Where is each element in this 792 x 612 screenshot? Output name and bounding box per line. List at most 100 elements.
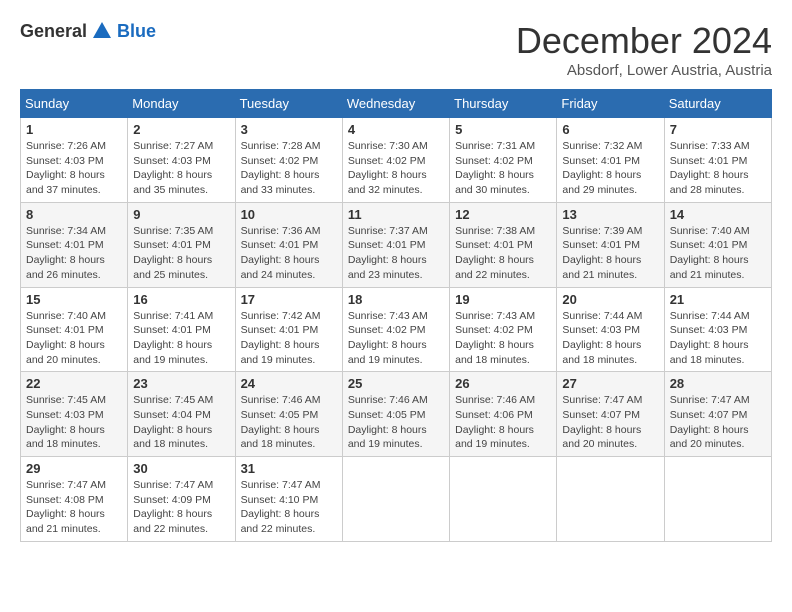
day-info: Sunrise: 7:31 AM Sunset: 4:02 PM Dayligh… bbox=[455, 139, 551, 198]
calendar-cell: 25 Sunrise: 7:46 AM Sunset: 4:05 PM Dayl… bbox=[342, 372, 449, 457]
calendar-cell: 3 Sunrise: 7:28 AM Sunset: 4:02 PM Dayli… bbox=[235, 118, 342, 203]
calendar-cell bbox=[342, 457, 449, 542]
calendar-week-row: 1 Sunrise: 7:26 AM Sunset: 4:03 PM Dayli… bbox=[21, 118, 772, 203]
day-info: Sunrise: 7:46 AM Sunset: 4:05 PM Dayligh… bbox=[241, 393, 337, 452]
day-info: Sunrise: 7:39 AM Sunset: 4:01 PM Dayligh… bbox=[562, 224, 658, 283]
calendar-cell: 23 Sunrise: 7:45 AM Sunset: 4:04 PM Dayl… bbox=[128, 372, 235, 457]
logo: General Blue bbox=[20, 20, 156, 42]
day-info: Sunrise: 7:46 AM Sunset: 4:06 PM Dayligh… bbox=[455, 393, 551, 452]
day-info: Sunrise: 7:26 AM Sunset: 4:03 PM Dayligh… bbox=[26, 139, 122, 198]
day-info: Sunrise: 7:47 AM Sunset: 4:08 PM Dayligh… bbox=[26, 478, 122, 537]
day-info: Sunrise: 7:32 AM Sunset: 4:01 PM Dayligh… bbox=[562, 139, 658, 198]
day-number: 3 bbox=[241, 122, 337, 137]
day-number: 4 bbox=[348, 122, 444, 137]
day-number: 22 bbox=[26, 376, 122, 391]
calendar-day-header: Thursday bbox=[450, 90, 557, 118]
day-info: Sunrise: 7:33 AM Sunset: 4:01 PM Dayligh… bbox=[670, 139, 766, 198]
day-number: 20 bbox=[562, 292, 658, 307]
calendar-week-row: 15 Sunrise: 7:40 AM Sunset: 4:01 PM Dayl… bbox=[21, 287, 772, 372]
day-number: 19 bbox=[455, 292, 551, 307]
logo-blue: Blue bbox=[117, 21, 156, 42]
calendar-cell: 30 Sunrise: 7:47 AM Sunset: 4:09 PM Dayl… bbox=[128, 457, 235, 542]
day-info: Sunrise: 7:41 AM Sunset: 4:01 PM Dayligh… bbox=[133, 309, 229, 368]
calendar-day-header: Monday bbox=[128, 90, 235, 118]
day-number: 11 bbox=[348, 207, 444, 222]
calendar-day-header: Friday bbox=[557, 90, 664, 118]
calendar-cell: 4 Sunrise: 7:30 AM Sunset: 4:02 PM Dayli… bbox=[342, 118, 449, 203]
calendar-cell: 5 Sunrise: 7:31 AM Sunset: 4:02 PM Dayli… bbox=[450, 118, 557, 203]
calendar-cell: 11 Sunrise: 7:37 AM Sunset: 4:01 PM Dayl… bbox=[342, 202, 449, 287]
day-info: Sunrise: 7:38 AM Sunset: 4:01 PM Dayligh… bbox=[455, 224, 551, 283]
location-title: Absdorf, Lower Austria, Austria bbox=[516, 62, 772, 79]
day-number: 7 bbox=[670, 122, 766, 137]
calendar-cell: 14 Sunrise: 7:40 AM Sunset: 4:01 PM Dayl… bbox=[664, 202, 771, 287]
day-info: Sunrise: 7:40 AM Sunset: 4:01 PM Dayligh… bbox=[670, 224, 766, 283]
day-number: 30 bbox=[133, 461, 229, 476]
day-number: 23 bbox=[133, 376, 229, 391]
calendar-day-header: Sunday bbox=[21, 90, 128, 118]
day-number: 26 bbox=[455, 376, 551, 391]
calendar-cell: 19 Sunrise: 7:43 AM Sunset: 4:02 PM Dayl… bbox=[450, 287, 557, 372]
calendar-cell: 31 Sunrise: 7:47 AM Sunset: 4:10 PM Dayl… bbox=[235, 457, 342, 542]
day-number: 5 bbox=[455, 122, 551, 137]
calendar-cell: 20 Sunrise: 7:44 AM Sunset: 4:03 PM Dayl… bbox=[557, 287, 664, 372]
day-number: 17 bbox=[241, 292, 337, 307]
calendar-cell bbox=[557, 457, 664, 542]
day-number: 10 bbox=[241, 207, 337, 222]
day-info: Sunrise: 7:42 AM Sunset: 4:01 PM Dayligh… bbox=[241, 309, 337, 368]
day-number: 24 bbox=[241, 376, 337, 391]
calendar-week-row: 22 Sunrise: 7:45 AM Sunset: 4:03 PM Dayl… bbox=[21, 372, 772, 457]
day-number: 31 bbox=[241, 461, 337, 476]
day-info: Sunrise: 7:47 AM Sunset: 4:07 PM Dayligh… bbox=[670, 393, 766, 452]
day-info: Sunrise: 7:45 AM Sunset: 4:04 PM Dayligh… bbox=[133, 393, 229, 452]
day-number: 16 bbox=[133, 292, 229, 307]
day-number: 18 bbox=[348, 292, 444, 307]
calendar-cell: 7 Sunrise: 7:33 AM Sunset: 4:01 PM Dayli… bbox=[664, 118, 771, 203]
day-number: 8 bbox=[26, 207, 122, 222]
calendar-cell bbox=[450, 457, 557, 542]
calendar-cell: 13 Sunrise: 7:39 AM Sunset: 4:01 PM Dayl… bbox=[557, 202, 664, 287]
day-info: Sunrise: 7:37 AM Sunset: 4:01 PM Dayligh… bbox=[348, 224, 444, 283]
day-info: Sunrise: 7:34 AM Sunset: 4:01 PM Dayligh… bbox=[26, 224, 122, 283]
calendar-cell: 28 Sunrise: 7:47 AM Sunset: 4:07 PM Dayl… bbox=[664, 372, 771, 457]
day-number: 29 bbox=[26, 461, 122, 476]
calendar-cell: 10 Sunrise: 7:36 AM Sunset: 4:01 PM Dayl… bbox=[235, 202, 342, 287]
day-number: 25 bbox=[348, 376, 444, 391]
day-info: Sunrise: 7:43 AM Sunset: 4:02 PM Dayligh… bbox=[455, 309, 551, 368]
calendar-cell: 22 Sunrise: 7:45 AM Sunset: 4:03 PM Dayl… bbox=[21, 372, 128, 457]
calendar-cell: 26 Sunrise: 7:46 AM Sunset: 4:06 PM Dayl… bbox=[450, 372, 557, 457]
calendar-day-header: Wednesday bbox=[342, 90, 449, 118]
calendar-cell: 2 Sunrise: 7:27 AM Sunset: 4:03 PM Dayli… bbox=[128, 118, 235, 203]
day-number: 14 bbox=[670, 207, 766, 222]
day-info: Sunrise: 7:43 AM Sunset: 4:02 PM Dayligh… bbox=[348, 309, 444, 368]
day-info: Sunrise: 7:28 AM Sunset: 4:02 PM Dayligh… bbox=[241, 139, 337, 198]
day-info: Sunrise: 7:47 AM Sunset: 4:10 PM Dayligh… bbox=[241, 478, 337, 537]
day-number: 27 bbox=[562, 376, 658, 391]
calendar-cell: 17 Sunrise: 7:42 AM Sunset: 4:01 PM Dayl… bbox=[235, 287, 342, 372]
day-info: Sunrise: 7:36 AM Sunset: 4:01 PM Dayligh… bbox=[241, 224, 337, 283]
day-info: Sunrise: 7:47 AM Sunset: 4:09 PM Dayligh… bbox=[133, 478, 229, 537]
day-number: 9 bbox=[133, 207, 229, 222]
calendar-cell: 9 Sunrise: 7:35 AM Sunset: 4:01 PM Dayli… bbox=[128, 202, 235, 287]
day-number: 28 bbox=[670, 376, 766, 391]
day-number: 21 bbox=[670, 292, 766, 307]
day-info: Sunrise: 7:27 AM Sunset: 4:03 PM Dayligh… bbox=[133, 139, 229, 198]
calendar-cell: 24 Sunrise: 7:46 AM Sunset: 4:05 PM Dayl… bbox=[235, 372, 342, 457]
calendar-cell bbox=[664, 457, 771, 542]
title-area: December 2024 Absdorf, Lower Austria, Au… bbox=[516, 20, 772, 79]
day-number: 13 bbox=[562, 207, 658, 222]
day-info: Sunrise: 7:44 AM Sunset: 4:03 PM Dayligh… bbox=[562, 309, 658, 368]
day-number: 15 bbox=[26, 292, 122, 307]
calendar-header-row: SundayMondayTuesdayWednesdayThursdayFrid… bbox=[21, 90, 772, 118]
day-info: Sunrise: 7:47 AM Sunset: 4:07 PM Dayligh… bbox=[562, 393, 658, 452]
day-number: 6 bbox=[562, 122, 658, 137]
header: General Blue December 2024 Absdorf, Lowe… bbox=[20, 20, 772, 79]
day-info: Sunrise: 7:30 AM Sunset: 4:02 PM Dayligh… bbox=[348, 139, 444, 198]
calendar-cell: 8 Sunrise: 7:34 AM Sunset: 4:01 PM Dayli… bbox=[21, 202, 128, 287]
day-info: Sunrise: 7:44 AM Sunset: 4:03 PM Dayligh… bbox=[670, 309, 766, 368]
calendar-cell: 6 Sunrise: 7:32 AM Sunset: 4:01 PM Dayli… bbox=[557, 118, 664, 203]
calendar-cell: 29 Sunrise: 7:47 AM Sunset: 4:08 PM Dayl… bbox=[21, 457, 128, 542]
day-number: 12 bbox=[455, 207, 551, 222]
day-number: 2 bbox=[133, 122, 229, 137]
calendar-cell: 12 Sunrise: 7:38 AM Sunset: 4:01 PM Dayl… bbox=[450, 202, 557, 287]
